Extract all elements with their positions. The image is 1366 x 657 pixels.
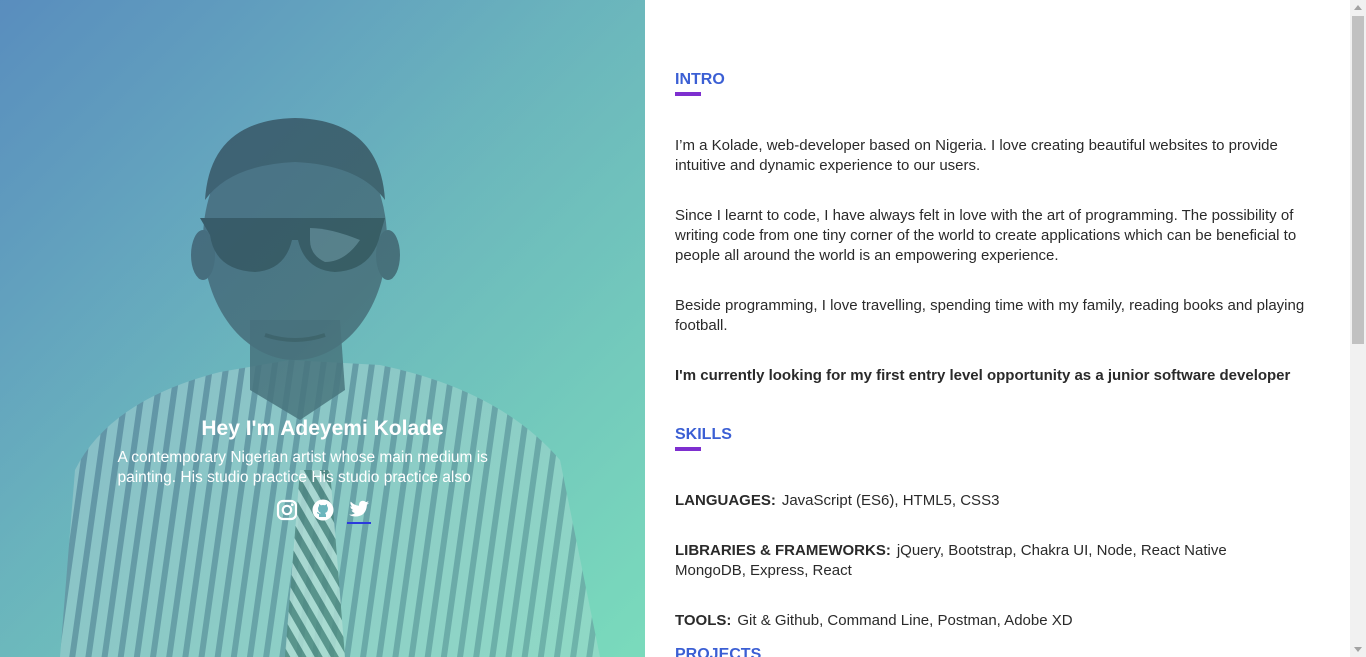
- intro-heading: INTRO: [675, 71, 725, 96]
- skill-label: LANGUAGES:: [675, 492, 776, 509]
- skill-value: Git & Github, Command Line, Postman, Ado…: [737, 612, 1073, 629]
- hero-bio: A contemporary Nigerian artist whose mai…: [117, 449, 488, 486]
- scroll-up-arrow-icon[interactable]: [1354, 5, 1362, 10]
- about-content: INTRO I’m a Kolade, web-developer based …: [645, 0, 1350, 657]
- skills-heading: SKILLS: [675, 426, 732, 451]
- scroll-thumb[interactable]: [1352, 16, 1364, 344]
- instagram-icon[interactable]: [275, 498, 299, 522]
- github-icon[interactable]: [311, 498, 335, 522]
- projects-heading: PROJECTS: [675, 646, 761, 657]
- skill-row-languages: LANGUAGES: JavaScript (ES6), HTML5, CSS3: [675, 491, 1315, 511]
- skill-label: LIBRARIES & FRAMEWORKS:: [675, 542, 891, 559]
- skill-row-tools: TOOLS: Git & Github, Command Line, Postma…: [675, 611, 1315, 631]
- twitter-icon[interactable]: [346, 498, 371, 524]
- intro-paragraph: I’m a Kolade, web-developer based on Nig…: [675, 137, 1278, 174]
- page-scrollbar[interactable]: [1350, 0, 1366, 657]
- hero-gradient-overlay: [0, 0, 645, 657]
- intro-paragraph: Since I learnt to code, I have always fe…: [675, 207, 1297, 264]
- skill-row-frameworks: LIBRARIES & FRAMEWORKS: jQuery, Bootstrap…: [675, 541, 1295, 581]
- portfolio-page: Hey I'm Adeyemi Kolade A contemporary Ni…: [0, 0, 1366, 657]
- hero-section: Hey I'm Adeyemi Kolade A contemporary Ni…: [0, 0, 645, 657]
- scroll-down-arrow-icon[interactable]: [1354, 647, 1362, 652]
- skill-label: TOOLS:: [675, 612, 732, 629]
- skill-value: JavaScript (ES6), HTML5, CSS3: [781, 492, 1000, 509]
- intro-paragraph: Beside programming, I love travelling, s…: [675, 297, 1305, 334]
- social-links: [0, 498, 645, 524]
- job-seeking-statement: I'm currently looking for my first entry…: [675, 367, 1291, 384]
- hero-name: Hey I'm Adeyemi Kolade: [201, 417, 444, 440]
- hero-text: Hey I'm Adeyemi Kolade A contemporary Ni…: [0, 414, 645, 524]
